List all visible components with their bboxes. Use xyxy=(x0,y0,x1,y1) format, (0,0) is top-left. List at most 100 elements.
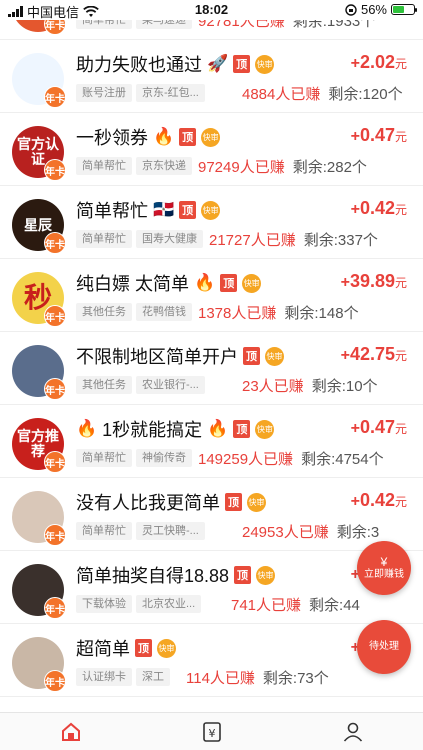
reward-price: +0.47元 xyxy=(351,125,407,146)
task-stats: 114人已赚 剩余:73个 xyxy=(186,667,329,688)
earn-now-label: 立即赚钱 xyxy=(364,569,404,580)
task-title: 1秒就能搞定 xyxy=(102,420,203,440)
user-icon xyxy=(343,722,362,742)
tab-bar: ¥ xyxy=(0,712,423,750)
top-flag: 顶 xyxy=(135,639,152,657)
title-emoji-icon: 🇩🇴 xyxy=(153,200,175,219)
remaining-count: 剩余:282个 xyxy=(292,159,367,176)
wallet-icon: ¥ xyxy=(202,721,221,742)
fast-review-flag: 快审 xyxy=(247,492,266,512)
merchant-tag: 深工 xyxy=(136,668,170,686)
reward-price: +0.47元 xyxy=(351,417,407,438)
task-row[interactable]: 星辰 年卡 简单帮忙 🇩🇴 顶快审 +0.42元 简单帮忙 国寿大健康 21727人已赚 剩余:3… xyxy=(0,186,423,259)
task-title: 不限制地区简单开户 xyxy=(76,347,238,367)
task-row[interactable]: 官方认证 年卡 一秒领券 🔥 顶快审 +0.47元 简单帮忙 京东快递 97249人已赚 剩余:2… xyxy=(0,113,423,186)
reward-price: +0.42元 xyxy=(351,198,407,219)
category-tag: 简单帮忙 xyxy=(76,522,132,540)
year-card-badge: 年卡 xyxy=(44,670,66,692)
category-tag: 认证绑卡 xyxy=(76,668,132,686)
year-card-badge: 年卡 xyxy=(44,451,66,473)
task-stats: 1378人已赚 剩余:148个 xyxy=(198,302,359,323)
year-card-badge: 年卡 xyxy=(44,378,66,400)
task-title-group: 纯白嫖 太简单 🔥 顶快审 xyxy=(76,270,262,296)
price-sign: + xyxy=(350,420,360,437)
category-tag: 其他任务 xyxy=(76,303,132,321)
remaining-count: 剩余:120个 xyxy=(328,86,403,103)
task-row[interactable]: 年卡 没有人比我更简单顶快审 +0.42元 简单帮忙 灵工快聘-... 24953人已赚剩… xyxy=(0,478,423,551)
merchant-tag: 北京农业... xyxy=(136,595,202,613)
task-title: 超简单 xyxy=(76,639,130,659)
title-emoji-icon: 🚀 xyxy=(207,54,229,73)
task-stats: 21727人已赚 剩余:337个 xyxy=(209,229,378,250)
fast-review-flag: 快审 xyxy=(242,273,262,293)
fire-icon: 🔥 xyxy=(76,419,98,438)
reward-price: +2.02元 xyxy=(351,52,407,73)
task-list[interactable]: 简单任务年卡简单任务🌙觉醒时+1.30元简单帮忙菜鸟速递92781人已赚剩余:1… xyxy=(0,0,423,712)
task-row[interactable]: 秒年卡 纯白嫖 太简单 🔥 顶快审 +39.89元 其他任务 花鸭借钱 1378人已赚 剩余:1… xyxy=(0,259,423,332)
price-value: 0.47 xyxy=(359,417,395,437)
merchant-tag: 京东快递 xyxy=(136,157,192,175)
earned-count: 21727人已赚 xyxy=(209,232,296,249)
merchant-tag: 花鸭借钱 xyxy=(136,303,192,321)
fast-review-flag: 快审 xyxy=(201,200,221,220)
title-emoji-icon: 🔥 xyxy=(207,419,229,438)
remaining-count: 剩余:73个 xyxy=(262,670,329,687)
tab-user[interactable] xyxy=(282,713,423,750)
pending-button[interactable]: 待处理 xyxy=(357,620,411,674)
task-stats: 149259人已赚 剩余:4754个 xyxy=(198,448,384,469)
category-tag: 简单帮忙 xyxy=(76,230,132,248)
orientation-lock-icon xyxy=(345,3,357,16)
category-tag: 账号注册 xyxy=(76,84,132,102)
price-value: 0.42 xyxy=(359,198,395,218)
earned-count: 4884人已赚 xyxy=(242,86,321,103)
earned-count: 23人已赚 xyxy=(242,378,304,395)
year-card-badge: 年卡 xyxy=(44,305,66,327)
price-sign: + xyxy=(350,201,360,218)
task-stats: 741人已赚 剩余:44 xyxy=(231,594,360,615)
battery-fill xyxy=(393,6,405,13)
task-row[interactable]: 年卡 助力失败也通过 🚀 顶快审 +2.02元 账号注册 京东-红包... 4884人已赚 剩余… xyxy=(0,40,423,113)
tab-home[interactable] xyxy=(0,713,141,750)
year-card-badge: 年卡 xyxy=(44,159,66,181)
top-flag: 顶 xyxy=(179,201,197,219)
price-unit: 元 xyxy=(394,57,407,71)
status-bar: 中国电信 18:02 56% xyxy=(0,0,423,20)
category-tag: 其他任务 xyxy=(76,376,132,394)
price-sign: + xyxy=(350,128,360,145)
task-row[interactable]: 年卡 不限制地区简单开户顶快审 +42.75元 其他任务 农业银行-... 23人已赚 剩余… xyxy=(0,332,423,405)
battery-icon xyxy=(391,4,417,15)
price-sign: + xyxy=(350,493,360,510)
task-title-group: 🔥 1秒就能搞定 🔥 顶快审 xyxy=(76,416,275,442)
price-unit: 元 xyxy=(394,495,407,509)
yuan-icon: ¥ xyxy=(380,555,388,569)
battery-group: 56% xyxy=(345,2,417,17)
fast-review-flag: 快审 xyxy=(256,565,276,585)
year-card-badge: 年卡 xyxy=(44,597,66,619)
remaining-count: 剩余:148个 xyxy=(284,305,359,322)
task-title: 简单帮忙 xyxy=(76,201,148,221)
remaining-count: 剩余:44 xyxy=(309,597,360,614)
earned-count: 114人已赚 xyxy=(186,670,255,687)
year-card-badge: 年卡 xyxy=(44,86,66,108)
earn-now-button[interactable]: ¥ 立即赚钱 xyxy=(357,541,411,595)
task-title: 一秒领券 xyxy=(76,128,148,148)
earned-count: 741人已赚 xyxy=(231,597,302,614)
task-title-group: 不限制地区简单开户顶快审 xyxy=(76,343,284,369)
task-title-group: 超简单顶快审 xyxy=(76,635,176,661)
price-unit: 元 xyxy=(394,422,407,436)
price-sign: + xyxy=(350,55,360,72)
task-row[interactable]: 官方推荐 年卡 🔥 1秒就能搞定 🔥 顶快审 +0.47元 简单帮忙 神偷传奇 149259人已赚… xyxy=(0,405,423,478)
tab-wallet[interactable]: ¥ xyxy=(141,713,282,750)
price-unit: 元 xyxy=(394,130,407,144)
task-title-group: 助力失败也通过 🚀 顶快审 xyxy=(76,51,275,77)
title-emoji-icon: 🔥 xyxy=(194,273,216,292)
price-value: 0.42 xyxy=(359,490,395,510)
price-value: 39.89 xyxy=(349,271,395,291)
fast-review-flag: 快审 xyxy=(157,638,176,658)
title-emoji-icon: 🔥 xyxy=(153,127,175,146)
fast-review-flag: 快审 xyxy=(255,419,275,439)
task-title: 助力失败也通过 xyxy=(76,55,202,75)
price-value: 2.02 xyxy=(359,52,395,72)
top-flag: 顶 xyxy=(234,566,252,584)
task-title-group: 简单抽奖自得18.88 顶快审 xyxy=(76,562,276,588)
